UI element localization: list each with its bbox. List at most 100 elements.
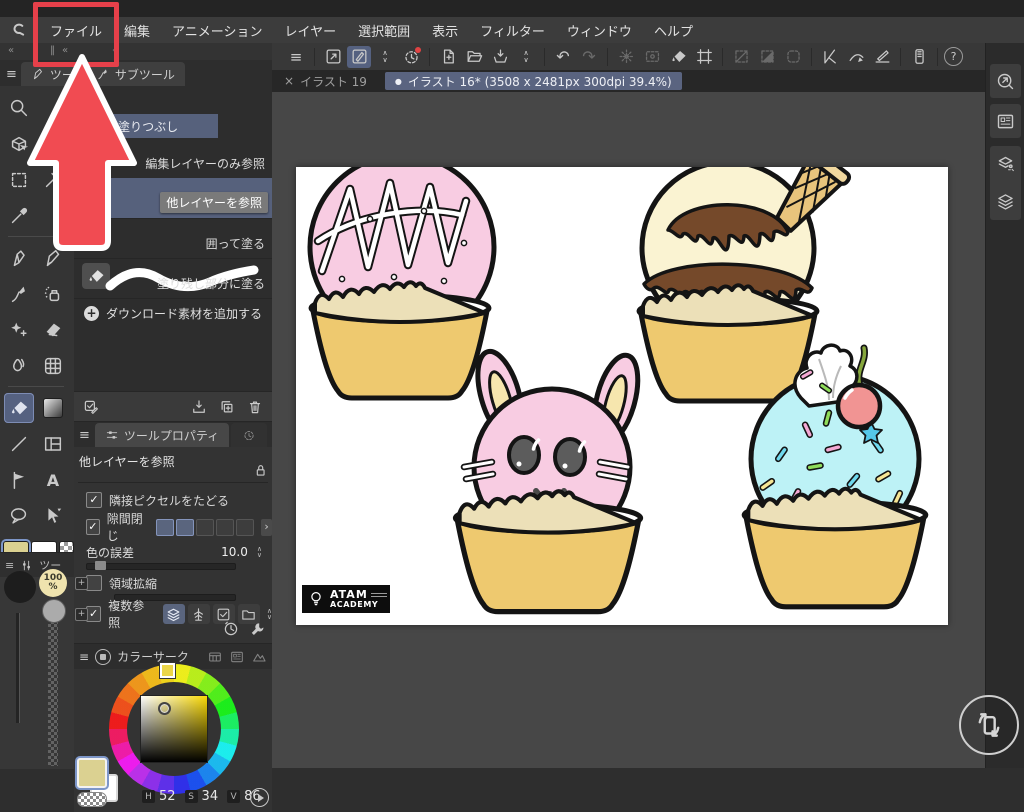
tablet-mode-icon[interactable]: [907, 46, 931, 68]
approx-color-tab-icon[interactable]: [251, 649, 267, 665]
layer-property-panel-icon[interactable]: [995, 154, 1016, 175]
flag-operation-tool-icon[interactable]: [4, 465, 34, 495]
expand-area-scaling-icon[interactable]: +: [75, 577, 88, 590]
size-slider[interactable]: [16, 613, 20, 723]
download-subtool-icon[interactable]: [190, 398, 208, 416]
figure-tool-icon[interactable]: [4, 429, 34, 459]
tab-color-circle[interactable]: カラーサーク: [117, 648, 189, 665]
blend-tool-icon[interactable]: [4, 351, 34, 381]
open-file-icon[interactable]: [462, 46, 486, 68]
color-margin-knob[interactable]: [95, 561, 106, 570]
expand-multiref-icon[interactable]: +: [75, 608, 88, 621]
menu-help[interactable]: ヘルプ: [643, 21, 704, 40]
liquify-tool-icon[interactable]: [38, 351, 68, 381]
opacity-slider[interactable]: [48, 621, 58, 766]
color-margin-value[interactable]: 10.0: [221, 545, 248, 559]
fill-command-icon[interactable]: [666, 46, 690, 68]
brush-tool-icon[interactable]: [4, 279, 34, 309]
lock-icon[interactable]: [252, 462, 269, 479]
save-export-icon[interactable]: [488, 46, 512, 68]
gap-level-5[interactable]: [236, 519, 254, 536]
document-canvas[interactable]: ATAM ACADEMY: [296, 167, 948, 625]
menu-layer[interactable]: レイヤー: [274, 21, 348, 40]
color-mode-toggle-icon[interactable]: [250, 788, 269, 807]
main-menu-icon[interactable]: ≡: [284, 46, 308, 68]
add-download-material-button[interactable]: + ダウンロード素材を追加する: [74, 298, 272, 328]
airbrush-tool-icon[interactable]: [38, 279, 68, 309]
main-color-chip[interactable]: [77, 758, 107, 788]
selection-fill-icon[interactable]: [755, 46, 779, 68]
color-panel-menu-icon[interactable]: ≡: [79, 650, 89, 664]
gap-level-1[interactable]: [156, 519, 174, 536]
menu-filter[interactable]: フィルター: [469, 21, 556, 40]
selection-border-icon[interactable]: [729, 46, 753, 68]
size-stepper-icon[interactable]: ∧∨: [373, 46, 397, 68]
close-tab-icon[interactable]: ×: [284, 74, 294, 88]
layers-panel-icon[interactable]: [995, 191, 1016, 212]
color-margin-stepper[interactable]: ∧∨: [257, 546, 262, 558]
redo-icon[interactable]: ↷: [577, 46, 601, 68]
snap-special-ruler-icon[interactable]: [844, 46, 868, 68]
delete-subtool-icon[interactable]: [246, 398, 264, 416]
balloon-tool-icon[interactable]: [4, 501, 34, 531]
checkbox-area-scaling[interactable]: ✓: [86, 575, 102, 591]
tab-illust-19[interactable]: × イラスト 19: [272, 73, 379, 90]
crop-canvas-icon[interactable]: [692, 46, 716, 68]
prop-row-multiple-referring[interactable]: + ✓ 複数参照 ∧∨: [74, 602, 272, 626]
material-panel-icon[interactable]: [990, 104, 1021, 138]
tab-illust-16-active[interactable]: ● イラスト 16* (3508 x 2481px 300dpi 39.4%): [385, 72, 682, 90]
tool-palette-menu-icon[interactable]: ≡: [6, 67, 17, 82]
collapse-left-icon[interactable]: «: [8, 45, 14, 56]
fill-tool-icon[interactable]: [4, 393, 34, 423]
prop-row-adjacent-pixels[interactable]: ✓ 隣接ピクセルをたどる: [74, 488, 272, 512]
snap-ruler-icon[interactable]: [818, 46, 842, 68]
sv-indicator[interactable]: [158, 702, 171, 715]
color-margin-slider[interactable]: [86, 563, 236, 570]
subtool-check-edit-icon[interactable]: [82, 398, 100, 416]
frame-border-tool-icon[interactable]: [38, 429, 68, 459]
tool-property-menu-icon[interactable]: ≡: [79, 428, 90, 443]
eraser-tool-icon[interactable]: [38, 315, 68, 345]
transparent-chip[interactable]: [77, 792, 107, 807]
canvas-viewport[interactable]: ATAM ACADEMY: [272, 92, 1024, 768]
canvas-settings-icon[interactable]: [321, 46, 345, 68]
opacity-badge[interactable]: 100 %: [39, 569, 67, 597]
rotate-device-button[interactable]: [959, 695, 1019, 755]
menu-edit[interactable]: 編集: [113, 21, 161, 40]
gap-more-icon[interactable]: ›: [261, 519, 272, 536]
multiref-all-layers-icon[interactable]: [163, 604, 185, 624]
quick-access-panel-icon[interactable]: [990, 64, 1021, 98]
decoration-tool-icon[interactable]: [4, 315, 34, 345]
text-tool-icon[interactable]: A: [38, 465, 68, 495]
menu-view[interactable]: 表示: [421, 21, 469, 40]
brush-size-preview[interactable]: [4, 571, 36, 603]
tab-brush-detail[interactable]: [231, 423, 267, 447]
snap-grid-icon[interactable]: [870, 46, 894, 68]
select-layer-tool-icon[interactable]: [38, 501, 68, 531]
intermediate-color-tab-icon[interactable]: [229, 649, 245, 665]
gradient-tool-icon[interactable]: [38, 393, 68, 423]
help-icon[interactable]: ?: [944, 47, 963, 66]
prop-row-area-scaling[interactable]: + ✓ 領域拡縮: [74, 572, 272, 594]
saturation-value-square[interactable]: [140, 695, 208, 763]
multiref-reference-layer-icon[interactable]: [188, 604, 210, 624]
gap-level-2[interactable]: [176, 519, 194, 536]
deselect-icon[interactable]: [614, 46, 638, 68]
reselect-icon[interactable]: [640, 46, 664, 68]
cloud-sync-icon[interactable]: [399, 46, 423, 68]
stroke-history-icon[interactable]: [222, 620, 240, 638]
color-set-tab-icon[interactable]: [207, 649, 223, 665]
opacity-slider-knob[interactable]: [42, 599, 66, 623]
wrench-settings-icon[interactable]: [248, 620, 266, 638]
checkbox-close-gap[interactable]: ✓: [86, 519, 100, 535]
menu-animation[interactable]: アニメーション: [161, 21, 273, 40]
menu-window[interactable]: ウィンドウ: [556, 21, 643, 40]
menu-selection[interactable]: 選択範囲: [347, 21, 421, 40]
pen-settings-icon[interactable]: [347, 46, 371, 68]
selection-round-icon[interactable]: [781, 46, 805, 68]
checkbox-adjacent[interactable]: ✓: [86, 492, 102, 508]
quick-palette-menu-icon[interactable]: ≡: [5, 559, 14, 572]
tab-tool-property[interactable]: ツールプロパティ: [95, 423, 229, 447]
checkbox-multiref[interactable]: ✓: [86, 606, 101, 622]
prop-row-close-gap[interactable]: ✓ 隙間閉じ ›: [74, 515, 272, 539]
